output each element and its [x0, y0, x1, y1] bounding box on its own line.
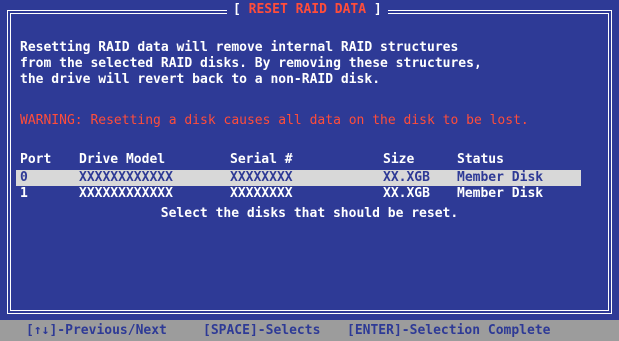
disk-row-port-1[interactable]: 1 XXXXXXXXXXXX XXXXXXXX XX.XGB Member Di…	[16, 186, 581, 202]
description-line-2: from the selected RAID disks. By removin…	[20, 56, 482, 71]
row-size: XX.XGB	[383, 170, 430, 185]
row-drive-model: XXXXXXXXXXXX	[79, 170, 173, 185]
description-line-1: Resetting RAID data will remove internal…	[20, 40, 459, 55]
header-serial: Serial #	[230, 152, 293, 167]
description-line-3: the drive will revert back to a non-RAID…	[20, 72, 381, 87]
row-port: 1	[20, 186, 28, 201]
header-status: Status	[457, 152, 504, 167]
key-help-navigate: [↑↓]-Previous/Next	[26, 323, 167, 338]
key-help-complete: [ENTER]-Selection Complete	[347, 323, 551, 338]
disk-row-port-0[interactable]: 0 XXXXXXXXXXXX XXXXXXXX XX.XGB Member Di…	[16, 170, 581, 186]
row-drive-model: XXXXXXXXXXXX	[79, 186, 173, 201]
dialog-title-text: RESET RAID DATA	[248, 2, 367, 17]
header-drive-model: Drive Model	[79, 152, 166, 167]
key-help-bar: [↑↓]-Previous/Next [SPACE]-Selects [ENTE…	[0, 320, 619, 341]
header-port: Port	[20, 152, 52, 167]
instruction-text: Select the disks that should be reset.	[160, 206, 459, 221]
dialog-title: [ RESET RAID DATA ]	[227, 1, 388, 19]
row-status: Member Disk	[457, 170, 544, 185]
header-size: Size	[383, 152, 415, 167]
row-serial: XXXXXXXX	[230, 186, 293, 201]
row-status: Member Disk	[457, 186, 544, 201]
reset-raid-screen: [ RESET RAID DATA ] Resetting RAID data …	[0, 0, 619, 341]
warning-message: WARNING: Resetting a disk causes all dat…	[20, 113, 529, 128]
row-port: 0	[20, 170, 28, 185]
row-serial: XXXXXXXX	[230, 170, 293, 185]
key-help-select: [SPACE]-Selects	[203, 323, 321, 338]
row-size: XX.XGB	[383, 186, 430, 201]
